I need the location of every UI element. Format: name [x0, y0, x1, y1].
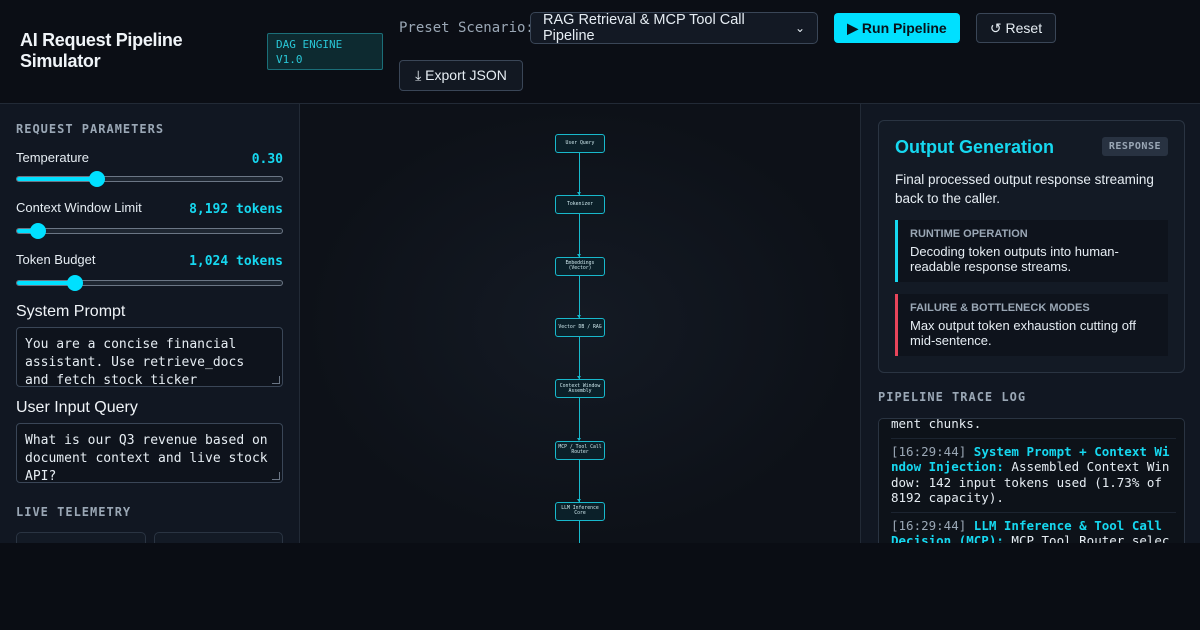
temperature-slider-fill [17, 177, 97, 181]
failure-modes-title: FAILURE & BOTTLENECK MODES [910, 302, 1090, 314]
context-window-label: Context Window Limit [16, 200, 142, 215]
resize-handle-icon[interactable] [272, 376, 280, 384]
node-detail-panel: Output Generation RESPONSE Final process… [860, 104, 1200, 543]
pipeline-edge [579, 214, 580, 257]
pipeline-edge [579, 398, 580, 441]
temperature-label: Temperature [16, 150, 89, 165]
trace-entry: [16:29:44] System Prompt + Context Windo… [891, 439, 1176, 513]
system-prompt-title: System Prompt [16, 303, 126, 320]
runtime-operation-title: RUNTIME OPERATION [910, 228, 1028, 240]
trace-log[interactable]: ment chunks. [16:29:44] System Prompt + … [878, 418, 1185, 543]
context-window-slider[interactable] [16, 223, 283, 239]
system-prompt-text: You are a concise financial assistant. U… [25, 337, 245, 387]
user-query-title: User Input Query [16, 399, 138, 416]
pipeline-node[interactable]: Vector DB / RAG [555, 317, 605, 337]
trace-log-title: PIPELINE TRACE LOG [878, 390, 1027, 404]
context-window-value: 8,192 tokens [189, 202, 283, 217]
preset-label: Preset Scenario: [399, 20, 534, 36]
output-generation-card: Output Generation RESPONSE Final process… [878, 120, 1185, 373]
temperature-slider-thumb[interactable] [88, 171, 105, 187]
trace-timestamp: [16:29:44] [891, 517, 967, 533]
telemetry-card [16, 532, 146, 543]
token-budget-param: Token Budget 1,024 tokens [16, 252, 283, 292]
user-query-textarea[interactable]: What is our Q3 revenue based on document… [16, 423, 283, 483]
pipeline-edge [579, 459, 580, 502]
pipeline-graph-canvas[interactable]: User Query Tokenizer Embeddings (Vector) Ve… [300, 104, 860, 543]
token-budget-slider-thumb[interactable] [67, 275, 84, 291]
token-budget-value: 1,024 tokens [189, 254, 283, 269]
page-background [0, 543, 1200, 630]
resize-handle-icon[interactable] [272, 472, 280, 480]
pipeline-node[interactable]: Context Window Assembly [555, 379, 605, 399]
export-json-button[interactable]: ⤓ Export JSON [399, 60, 523, 91]
user-query-text: What is our Q3 revenue based on document… [25, 433, 268, 483]
live-telemetry-title: LIVE TELEMETRY [16, 505, 132, 519]
pipeline-edge [579, 153, 580, 196]
request-parameters-panel: REQUEST PARAMETERS Temperature 0.30 Cont… [0, 104, 300, 543]
failure-modes-text: Max output token exhaustion cutting off … [910, 318, 1136, 348]
pipeline-node[interactable]: User Query [555, 134, 605, 153]
trace-entry: [16:29:44] LLM Inference & Tool Call Dec… [891, 513, 1176, 544]
app-header: AI Request Pipeline Simulator DAG ENGINE… [0, 0, 1200, 104]
preset-scenario-select[interactable]: RAG Retrieval & MCP Tool Call Pipeline ⌄ [530, 12, 818, 44]
preset-selected-value: RAG Retrieval & MCP Tool Call Pipeline [543, 12, 745, 44]
token-budget-label: Token Budget [16, 252, 96, 267]
pipeline-node[interactable]: MCP / Tool Call Router [555, 440, 605, 460]
trace-message: ment chunks. [891, 418, 982, 431]
trace-log-content: ment chunks. [16:29:44] System Prompt + … [891, 418, 1176, 544]
pipeline-edge [579, 275, 580, 318]
failure-modes-box: FAILURE & BOTTLENECK MODES Max output to… [895, 294, 1168, 356]
pipeline-node[interactable]: LLM Inference Core [555, 501, 605, 521]
runtime-operation-text: Decoding token outputs into human-readab… [910, 244, 1119, 274]
pipeline-edge [579, 336, 580, 380]
run-pipeline-button[interactable]: ▶ Run Pipeline [834, 13, 960, 43]
telemetry-card [154, 532, 283, 543]
chevron-down-icon: ⌄ [794, 21, 805, 35]
trace-timestamp: [16:29:44] [891, 443, 967, 459]
runtime-operation-box: RUNTIME OPERATION Decoding token outputs… [895, 220, 1168, 282]
context-window-slider-thumb[interactable] [30, 223, 47, 239]
app-title: AI Request Pipeline Simulator [20, 30, 183, 71]
pipeline-edge [579, 520, 580, 543]
output-generation-title: Output Generation [895, 137, 1054, 157]
pipeline-node[interactable]: Embeddings (Vector) [555, 256, 605, 276]
context-window-param: Context Window Limit 8,192 tokens [16, 200, 283, 240]
reset-button[interactable]: ↺ Reset [976, 13, 1056, 43]
temperature-value: 0.30 [251, 152, 283, 167]
temperature-slider[interactable] [16, 171, 283, 187]
trace-entry: ment chunks. [891, 418, 1176, 439]
engine-version-badge: DAG ENGINE V1.0 [267, 33, 383, 70]
temperature-param: Temperature 0.30 [16, 150, 283, 190]
system-prompt-textarea[interactable]: You are a concise financial assistant. U… [16, 327, 283, 387]
request-parameters-title: REQUEST PARAMETERS [16, 122, 165, 136]
pipeline-node[interactable]: Tokenizer [555, 195, 605, 215]
token-budget-slider[interactable] [16, 275, 283, 291]
response-badge: RESPONSE [1101, 137, 1168, 156]
output-description: Final processed output response streamin… [895, 172, 1154, 206]
